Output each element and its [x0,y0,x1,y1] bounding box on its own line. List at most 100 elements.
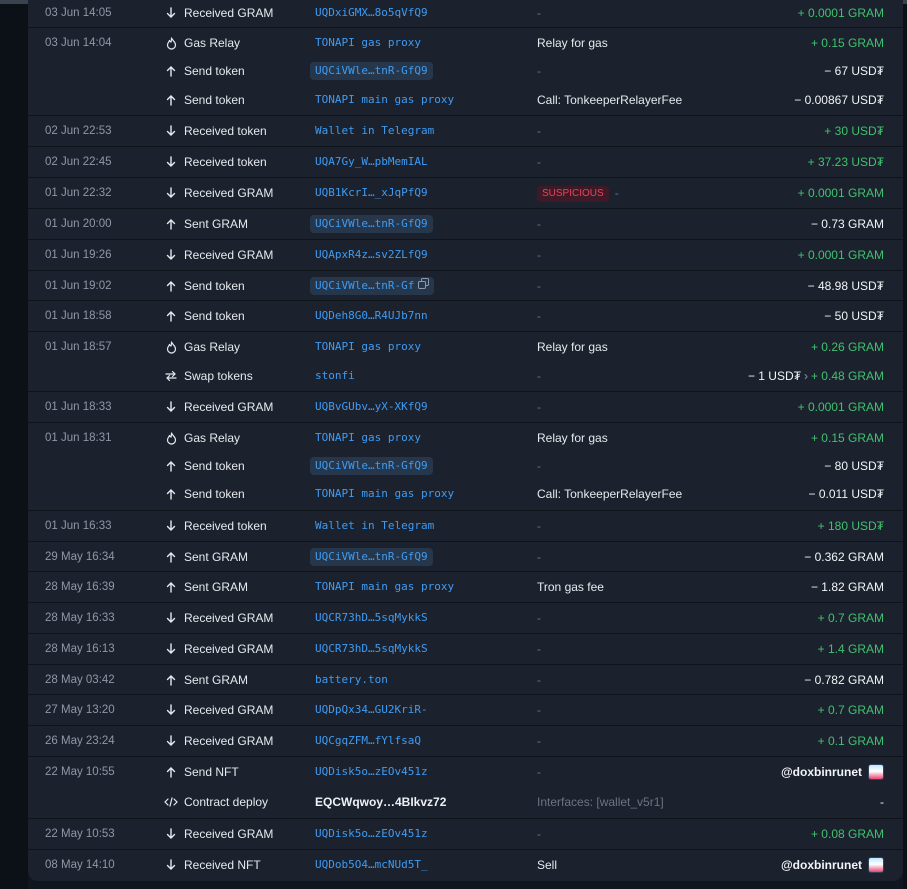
transaction-row[interactable]: 01 Jun 16:33 Received token Wallet in Tele… [28,510,903,541]
transaction-description: - [537,217,541,231]
transaction-amount: + 0.7 GRAM [817,703,884,717]
transaction-row[interactable]: Contract deploy EQCWqwoy…4BIkvz72 Interfac… [28,787,903,817]
transaction-row[interactable]: 01 Jun 19:26 Received GRAM UQApxR4z…sv2ZLf… [28,239,903,270]
transaction-row[interactable]: 28 May 16:39 Sent GRAM TONAPI main gas pro… [28,571,903,602]
transaction-type: Contract deploy [184,795,269,809]
transaction-date: 28 May 16:13 [45,643,115,655]
transaction-amount: + 0.0001 GRAM [797,6,884,20]
address-text: UQBvGUbv…yX-XKfQ9 [315,400,428,413]
transaction-row[interactable]: 29 May 16:34 Sent GRAM UQCiVWle…tnR-GfQ9 - −… [28,541,903,572]
transactions-table: 03 Jun 14:05 Received GRAM UQDxiGMX…8o5qVf… [28,0,903,881]
transaction-row[interactable]: 26 May 23:24 Received GRAM UQCgqZFM…fYlfsa… [28,725,903,756]
address-text: UQApxR4z…sv2ZLfQ9 [315,248,428,261]
nft-thumbnail-icon [868,764,884,780]
transaction-type: Send token [184,309,245,323]
transaction-row[interactable]: 01 Jun 18:58 Send token UQDeh8G0…R4UJb7nn -… [28,300,903,331]
arrow-up-icon [164,459,178,473]
counterparty-address-link[interactable]: UQB1KcrI…_xJqPfQ9 [315,178,428,208]
counterparty-address-link[interactable]: EQCWqwoy…4BIkvz72 [315,787,446,817]
transaction-date: 02 Jun 22:45 [45,156,112,168]
counterparty-address-link[interactable]: UQBvGUbv…yX-XKfQ9 [315,392,428,422]
transaction-action: Received NFT [164,850,261,880]
transaction-type: Gas Relay [184,340,241,354]
transaction-type: Sent GRAM [184,550,249,564]
counterparty-address-link[interactable]: UQApxR4z…sv2ZLfQ9 [315,240,428,270]
transaction-row[interactable]: 22 May 10:55 Send NFT UQDisk5o…zEOv451z - @d… [28,756,903,787]
transaction-row[interactable]: 03 Jun 14:05 Received GRAM UQDxiGMX…8o5qVf… [28,0,903,28]
transaction-row[interactable]: Send token TONAPI main gas proxy Call: Ton… [28,479,903,509]
transaction-date: 08 May 14:10 [45,859,115,871]
transaction-type: Gas Relay [184,431,241,445]
nft-item[interactable]: @doxbinrunet [781,757,884,787]
transaction-row[interactable]: 02 Jun 22:53 Received token Wallet in Tele… [28,115,903,146]
counterparty-address-link[interactable]: UQCiVWle…tnR-GfQ9 [310,457,433,475]
transaction-date: 01 Jun 16:33 [45,520,112,532]
transaction-row[interactable]: 03 Jun 14:04 Gas Relay TONAPI gas proxy Rel… [28,27,903,58]
transaction-row[interactable]: 28 May 03:42 Sent GRAM battery.ton - − 0.782… [28,664,903,695]
transaction-amount: + 0.15 GRAM [810,431,884,445]
counterparty-address-link[interactable]: UQCiVWle…tnR-GfQ9 [310,62,433,80]
transaction-row[interactable]: 08 May 14:10 Received NFT UQDob5O4…mcNUd5T… [28,849,903,880]
nft-item[interactable]: @doxbinrunet [781,850,884,880]
counterparty-address-link[interactable]: UQDpQx34…GU2KriR- [315,695,428,725]
transaction-amount: − 67 USD₮ [824,64,884,78]
transaction-amount: + 180 USD₮ [817,519,884,533]
counterparty-address-link[interactable]: battery.ton [315,665,388,695]
transaction-date: 03 Jun 14:04 [45,37,112,49]
transaction-date: 01 Jun 20:00 [45,218,112,230]
transaction-type: Received GRAM [184,642,274,656]
transaction-amount: − 48.98 USD₮ [807,279,884,293]
transaction-row[interactable]: 02 Jun 22:45 Received token UQA7Gy_W…pbMem… [28,146,903,177]
transaction-row[interactable]: 27 May 13:20 Received GRAM UQDpQx34…GU2Kri… [28,694,903,725]
counterparty-address-link[interactable]: UQCiVWle…tnR-Gf [310,277,435,295]
counterparty-address-link[interactable]: UQCR73hD…5sqMykkS [315,603,428,633]
transaction-amount: + 0.15 GRAM [810,36,884,50]
transaction-row[interactable]: 28 May 16:13 Received GRAM UQCR73hD…5sqMyk… [28,633,903,664]
transaction-row[interactable]: 01 Jun 19:02 Send token UQCiVWle…tnR-Gf - − … [28,270,903,301]
counterparty-address-link[interactable]: Wallet in Telegram [315,116,434,146]
copy-icon[interactable] [418,277,430,295]
transaction-description: - [537,124,541,138]
counterparty-address-link[interactable]: UQDisk5o…zEOv451z [315,757,428,787]
transaction-amount: + 0.08 GRAM [810,827,884,841]
counterparty-address-link[interactable]: TONAPI gas proxy [315,332,421,362]
arrow-up-icon [164,550,178,564]
counterparty-address-link[interactable]: TONAPI gas proxy [315,28,421,58]
scrollbar[interactable] [903,4,907,889]
transaction-row[interactable]: 01 Jun 22:32 Received GRAM UQB1KcrI…_xJqPf… [28,177,903,208]
transaction-row[interactable]: 01 Jun 20:00 Sent GRAM UQCiVWle…tnR-GfQ9 - −… [28,208,903,239]
transaction-row[interactable]: 22 May 10:53 Received GRAM UQDisk5o…zEOv45… [28,818,903,849]
counterparty-address-link[interactable]: TONAPI main gas proxy [315,572,454,602]
counterparty-address-link[interactable]: TONAPI gas proxy [315,423,421,453]
transaction-row[interactable]: Send token TONAPI main gas proxy Call: Ton… [28,85,903,115]
counterparty-address-link[interactable]: UQCgqZFM…fYlfsaQ [315,726,421,756]
transaction-action: Send token [164,271,245,301]
counterparty-address-link[interactable]: UQDob5O4…mcNUd5T_ [315,850,428,880]
arrow-up-icon [164,93,178,107]
counterparty-address-link[interactable]: UQCR73hD…5sqMykkS [315,634,428,664]
transaction-row[interactable]: Send token UQCiVWle…tnR-GfQ9 - − 80 USD₮ [28,451,903,481]
transaction-row[interactable]: Send token UQCiVWle…tnR-GfQ9 - − 67 USD₮ [28,56,903,86]
transaction-row[interactable]: 01 Jun 18:31 Gas Relay TONAPI gas proxy Rel… [28,422,903,453]
counterparty-address-link[interactable]: stonfi [315,361,355,391]
transaction-date: 01 Jun 22:32 [45,187,112,199]
counterparty-address-link[interactable]: Wallet in Telegram [315,511,434,541]
counterparty-address-link[interactable]: UQCiVWle…tnR-GfQ9 [310,215,433,233]
transaction-amount: + 30 USD₮ [824,124,884,138]
transaction-row[interactable]: 01 Jun 18:57 Gas Relay TONAPI gas proxy Rel… [28,331,903,362]
address-text: Wallet in Telegram [315,124,435,137]
transaction-row[interactable]: Swap tokens stonfi - − 1 USD₮ › + 0.48 GRAM [28,361,903,391]
counterparty-address-link[interactable]: UQA7Gy_W…pbMemIAL [315,147,428,177]
counterparty-address-link[interactable]: UQCiVWle…tnR-GfQ9 [310,548,433,566]
transaction-row[interactable]: 01 Jun 18:33 Received GRAM UQBvGUbv…yX-XKf… [28,391,903,422]
counterparty-address-link[interactable]: TONAPI main gas proxy [315,85,454,115]
swap-in-amount: + 0.48 GRAM [810,369,884,383]
counterparty-address-link[interactable]: TONAPI main gas proxy [315,479,454,509]
counterparty-address-link[interactable]: UQDxiGMX…8o5qVfQ9 [315,0,428,28]
counterparty-address-link[interactable]: UQDeh8G0…R4UJb7nn [315,301,428,331]
arrow-up-icon [164,217,178,231]
transaction-row[interactable]: 28 May 16:33 Received GRAM UQCR73hD…5sqMyk… [28,602,903,633]
arrow-up-icon [164,279,178,293]
counterparty-address-link[interactable]: UQDisk5o…zEOv451z [315,819,428,849]
transaction-description: - [537,611,541,625]
